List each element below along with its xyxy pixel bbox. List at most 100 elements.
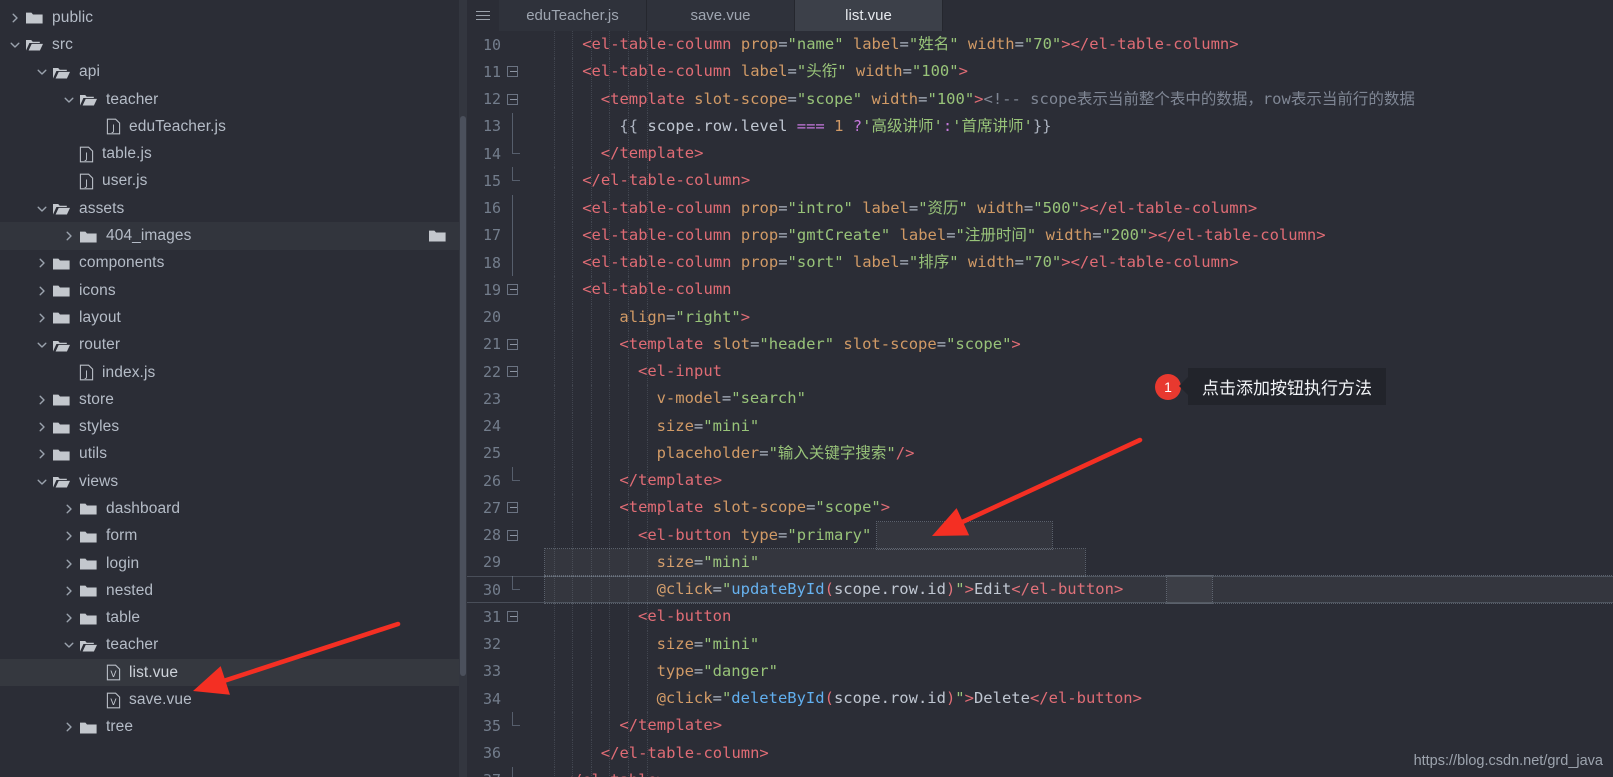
chevron-right-icon[interactable] bbox=[62, 611, 76, 625]
fold-toggle-icon[interactable] bbox=[501, 276, 523, 303]
code-line[interactable]: 26 </template> bbox=[467, 467, 1613, 495]
chevron-right-icon[interactable] bbox=[8, 11, 22, 25]
editor-gutter[interactable]: 18 bbox=[467, 249, 535, 277]
code-line[interactable]: 10 <el-table-column prop="name" label="姓名… bbox=[467, 31, 1613, 59]
chevron-right-icon[interactable] bbox=[35, 393, 49, 407]
fold-toggle-icon[interactable] bbox=[501, 358, 523, 385]
tree-item-layout[interactable]: layout bbox=[0, 304, 459, 331]
chevron-right-icon[interactable] bbox=[62, 529, 76, 543]
tree-item-public[interactable]: public bbox=[0, 4, 459, 31]
editor-gutter[interactable]: 26 bbox=[467, 467, 535, 494]
code-line[interactable]: 33 type="danger" bbox=[467, 657, 1613, 685]
editor-tab-list-vue[interactable]: list.vue bbox=[795, 0, 943, 31]
code-line[interactable]: 20 align="right"> bbox=[467, 303, 1613, 331]
fold-toggle-icon[interactable] bbox=[501, 522, 523, 549]
editor-vertical-scrollbar[interactable] bbox=[459, 0, 467, 777]
editor-gutter[interactable]: 32 bbox=[467, 631, 535, 658]
tree-item-store[interactable]: store bbox=[0, 386, 459, 413]
code-line[interactable]: 11 <el-table-column label="头衔" width="100… bbox=[467, 58, 1613, 86]
editor-gutter[interactable]: 28 bbox=[467, 522, 535, 549]
tree-item-form[interactable]: form bbox=[0, 523, 459, 550]
tree-item-login[interactable]: login bbox=[0, 550, 459, 577]
tree-item-table[interactable]: table bbox=[0, 605, 459, 632]
chevron-down-icon[interactable] bbox=[35, 65, 49, 79]
chevron-down-icon[interactable] bbox=[35, 338, 49, 352]
editor-gutter[interactable]: 11 bbox=[467, 58, 535, 85]
tree-item-dashboard[interactable]: dashboard bbox=[0, 495, 459, 522]
tree-item-table-js[interactable]: Jtable.js bbox=[0, 140, 459, 167]
fold-toggle-icon[interactable] bbox=[501, 86, 523, 113]
editor-gutter[interactable]: 27 bbox=[467, 494, 535, 521]
tree-item-404-images[interactable]: 404_images bbox=[0, 222, 459, 250]
editor-gutter[interactable]: 15 bbox=[467, 167, 535, 194]
tree-item-eduteacher-js[interactable]: JeduTeacher.js bbox=[0, 113, 459, 140]
code-line[interactable]: 17 <el-table-column prop="gmtCreate" labe… bbox=[467, 221, 1613, 249]
hamburger-menu-icon[interactable] bbox=[467, 0, 499, 31]
editor-gutter[interactable]: 16 bbox=[467, 194, 535, 222]
chevron-down-icon[interactable] bbox=[35, 202, 49, 216]
code-line[interactable]: 13 {{ scope.row.level === 1 ?'高级讲师':'首席讲师… bbox=[467, 112, 1613, 140]
tree-item-router[interactable]: router bbox=[0, 332, 459, 359]
editor-gutter[interactable]: 35 bbox=[467, 712, 535, 739]
chevron-right-icon[interactable] bbox=[62, 584, 76, 598]
editor-gutter[interactable]: 34 bbox=[467, 685, 535, 712]
chevron-right-icon[interactable] bbox=[62, 502, 76, 516]
code-line[interactable]: 21 <template slot="header" slot-scope="sc… bbox=[467, 330, 1613, 358]
code-line[interactable]: 15 </el-table-column> bbox=[467, 167, 1613, 195]
chevron-down-icon[interactable] bbox=[8, 38, 22, 52]
project-tree-panel[interactable]: public src api teacher JeduTeacher.js Jtable.… bbox=[0, 0, 459, 777]
chevron-down-icon[interactable] bbox=[62, 638, 76, 652]
code-line[interactable]: 31 <el-button bbox=[467, 603, 1613, 631]
editor-gutter[interactable]: 30 bbox=[467, 576, 535, 603]
editor-gutter[interactable]: 29 bbox=[467, 549, 535, 576]
editor-gutter[interactable]: 22 bbox=[467, 358, 535, 385]
editor-gutter[interactable]: 36 bbox=[467, 740, 535, 767]
editor-gutter[interactable]: 37 bbox=[467, 766, 535, 777]
code-line[interactable]: 18 <el-table-column prop="sort" label="排序… bbox=[467, 249, 1613, 277]
tree-item-nested[interactable]: nested bbox=[0, 577, 459, 604]
code-line[interactable]: 35 </template> bbox=[467, 712, 1613, 740]
editor-gutter[interactable]: 24 bbox=[467, 413, 535, 440]
tree-item-utils[interactable]: utils bbox=[0, 441, 459, 468]
fold-toggle-icon[interactable] bbox=[501, 331, 523, 358]
fold-toggle-icon[interactable] bbox=[501, 603, 523, 630]
tree-item-components[interactable]: components bbox=[0, 250, 459, 277]
tree-item-views[interactable]: views bbox=[0, 468, 459, 495]
code-line[interactable]: 27 <template slot-scope="scope"> bbox=[467, 494, 1613, 522]
tree-item-icons[interactable]: icons bbox=[0, 277, 459, 304]
scrollbar-thumb[interactable] bbox=[460, 116, 466, 676]
code-line[interactable]: 16 <el-table-column prop="intro" label="资… bbox=[467, 194, 1613, 222]
editor-gutter[interactable]: 12 bbox=[467, 86, 535, 113]
code-line[interactable]: 25 placeholder="输入关键字搜索"/> bbox=[467, 439, 1613, 467]
editor-gutter[interactable]: 21 bbox=[467, 331, 535, 358]
chevron-down-icon[interactable] bbox=[35, 475, 49, 489]
chevron-right-icon[interactable] bbox=[62, 557, 76, 571]
editor-gutter[interactable]: 33 bbox=[467, 658, 535, 685]
editor-tab-eduteacher-js[interactable]: eduTeacher.js bbox=[499, 0, 647, 31]
code-line[interactable]: 29 size="mini" bbox=[467, 548, 1613, 576]
tree-item-assets[interactable]: assets bbox=[0, 195, 459, 222]
tree-item-save-vue[interactable]: Vsave.vue bbox=[0, 686, 459, 713]
code-line[interactable]: 24 size="mini" bbox=[467, 412, 1613, 440]
tree-item-tree[interactable]: tree bbox=[0, 714, 459, 741]
editor-gutter[interactable]: 17 bbox=[467, 221, 535, 249]
editor-gutter[interactable]: 13 bbox=[467, 112, 535, 140]
code-line[interactable]: 12 <template slot-scope="scope" width="10… bbox=[467, 85, 1613, 113]
editor-gutter[interactable]: 14 bbox=[467, 140, 535, 167]
chevron-right-icon[interactable] bbox=[35, 284, 49, 298]
tree-item-teacher[interactable]: teacher bbox=[0, 86, 459, 113]
tree-item-api[interactable]: api bbox=[0, 59, 459, 86]
tree-item-src[interactable]: src bbox=[0, 31, 459, 58]
code-line[interactable]: 34 @click="deleteById(scope.row.id)">Dele… bbox=[467, 685, 1613, 713]
code-line[interactable]: 28 <el-button type="primary" bbox=[467, 521, 1613, 549]
tree-item-styles[interactable]: styles bbox=[0, 413, 459, 440]
chevron-right-icon[interactable] bbox=[35, 447, 49, 461]
tree-item-teacher[interactable]: teacher bbox=[0, 632, 459, 659]
editor-gutter[interactable]: 25 bbox=[467, 440, 535, 467]
fold-toggle-icon[interactable] bbox=[501, 494, 523, 521]
tree-item-user-js[interactable]: Juser.js bbox=[0, 168, 459, 195]
chevron-down-icon[interactable] bbox=[62, 93, 76, 107]
code-line[interactable]: 23 v-model="search" bbox=[467, 385, 1613, 413]
code-line[interactable]: 14 </template> bbox=[467, 140, 1613, 168]
chevron-right-icon[interactable] bbox=[62, 720, 76, 734]
